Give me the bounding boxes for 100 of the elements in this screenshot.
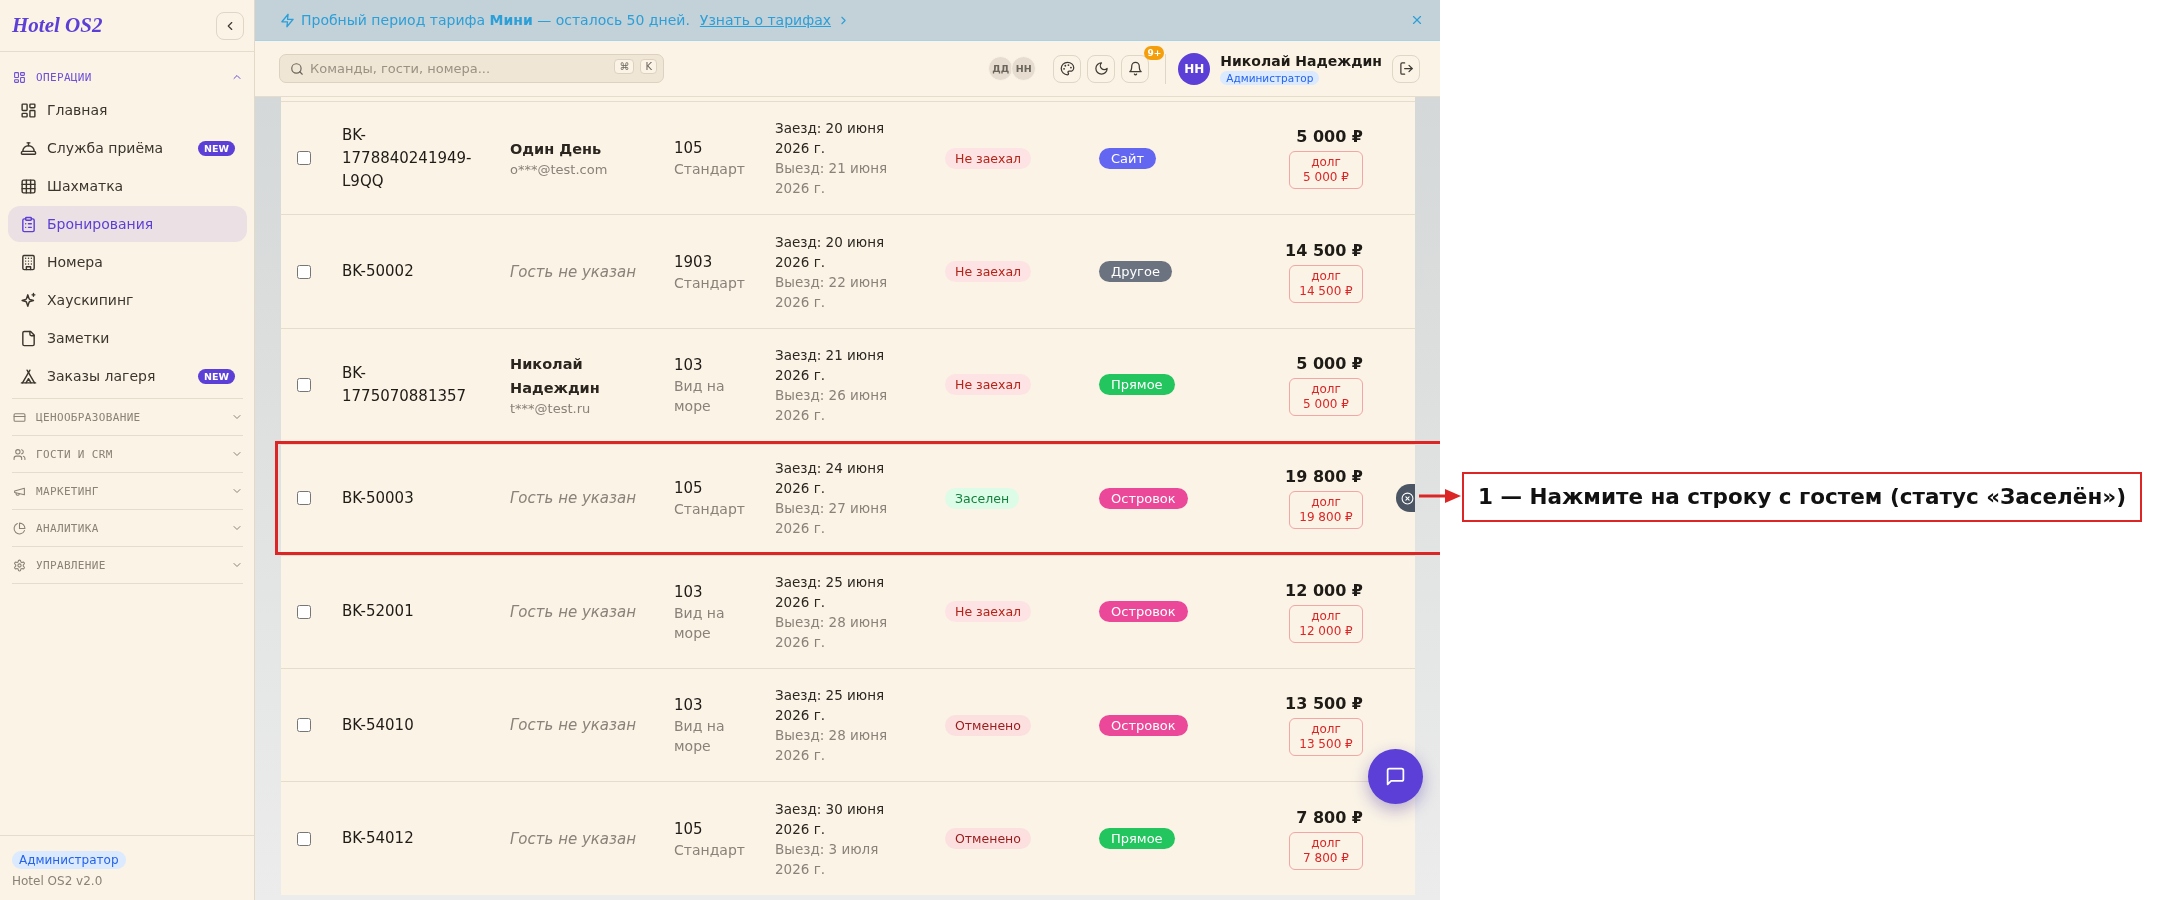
debt-amount: 7 800 ₽: [1303, 850, 1349, 866]
source-badge: Островок: [1099, 487, 1188, 509]
check-out-date: Выезд: 27 июня 2026 г.: [775, 499, 889, 539]
booking-id: BK-50003: [342, 488, 414, 507]
user-avatar: НН: [1178, 52, 1211, 85]
booking-id: BK-54012: [342, 829, 414, 848]
lightning-icon: [280, 12, 295, 28]
nav-item[interactable]: Заказы лагеря NEW: [8, 358, 247, 394]
nav-item[interactable]: Бронирования: [8, 206, 247, 242]
instruction-callout: 1 — Нажмите на строку с гостем (статус «Заселён»): [1462, 472, 2143, 522]
total-amount: 7 800 ₽: [1296, 807, 1363, 827]
guest-name: Гость не указан: [510, 829, 638, 848]
chat-icon: [1385, 766, 1406, 787]
nav-item[interactable]: Хаускипинг: [8, 282, 247, 318]
row-checkbox[interactable]: [297, 377, 311, 392]
room-number: 103: [674, 695, 704, 717]
room-type: Вид на море: [674, 603, 726, 643]
service-bell-icon: [20, 139, 37, 157]
grid-icon: [20, 177, 37, 195]
nav-section-header[interactable]: ОПЕРАЦИИ: [12, 59, 243, 95]
new-badge: NEW: [198, 140, 235, 156]
nav-item[interactable]: Главная: [8, 92, 247, 128]
search-icon: [290, 61, 304, 76]
nav-section-header[interactable]: ГОСТИ И CRM: [12, 436, 243, 472]
check-in-date: Заезд: 20 июня 2026 г.: [775, 119, 886, 159]
debt-amount: 5 000 ₽: [1303, 396, 1349, 412]
nav-item[interactable]: Заметки: [8, 320, 247, 356]
dashboard-icon: [20, 101, 37, 119]
app-logo: Hotel OS2: [12, 13, 103, 38]
total-amount: 12 000 ₽: [1285, 580, 1363, 600]
status-badge: Не заехал: [945, 374, 1032, 396]
booking-id: BK-1775070881357: [342, 363, 467, 405]
notifications-button[interactable]: [1121, 54, 1150, 83]
check-in-date: Заезд: 30 июня 2026 г.: [775, 799, 886, 839]
room-number: 105: [674, 138, 704, 160]
total-amount: 14 500 ₽: [1285, 240, 1363, 260]
nav-section-header[interactable]: МАРКЕТИНГ: [12, 473, 243, 509]
row-checkbox[interactable]: [297, 264, 311, 279]
guest-name: Гость не указан: [510, 716, 638, 735]
sparkles-icon: [20, 291, 37, 309]
shortcut-key: ⌘: [614, 59, 635, 74]
status-badge: Не заехал: [945, 147, 1032, 169]
row-checkbox[interactable]: [297, 604, 311, 619]
nav-section-header[interactable]: УПРАВЛЕНИЕ: [12, 547, 243, 583]
row-checkbox[interactable]: [297, 491, 311, 506]
pie-chart-icon: [13, 521, 26, 535]
total-amount: 19 800 ₽: [1285, 467, 1363, 487]
guest-name: Гость не указан: [510, 262, 638, 281]
nav-item[interactable]: Служба приёма NEW: [8, 130, 247, 166]
app-version: Hotel OS2 v2.0: [12, 874, 103, 888]
status-badge: Отменено: [945, 714, 1031, 736]
check-out-date: Выезд: 28 июня 2026 г.: [775, 726, 889, 766]
pointer-arrow: [1419, 488, 1461, 504]
row-checkbox[interactable]: [297, 831, 311, 846]
room-type: Вид на море: [674, 717, 726, 757]
row-action-button[interactable]: [1396, 484, 1415, 513]
nav-section-header[interactable]: АНАЛИТИКА: [12, 510, 243, 546]
bell-icon: [1127, 61, 1143, 76]
user-avatar: ДД: [988, 56, 1014, 81]
row-checkbox[interactable]: [297, 151, 311, 166]
room-type: Стандарт: [674, 160, 746, 180]
shortcut-key: K: [640, 59, 657, 74]
debt-label: долг: [1311, 268, 1341, 284]
source-badge: Сайт: [1099, 147, 1157, 169]
debt-amount: 19 800 ₽: [1299, 510, 1353, 526]
source-badge: Другое: [1099, 261, 1172, 283]
debt-label: долг: [1311, 835, 1341, 851]
debt-label: долг: [1311, 155, 1341, 171]
dark-mode-button[interactable]: [1087, 54, 1116, 83]
palette-button[interactable]: [1053, 54, 1082, 83]
dashboard-icon: [13, 70, 26, 84]
credit-card-icon: [13, 410, 26, 424]
room-type: Стандарт: [674, 840, 746, 860]
status-badge: Отменено: [945, 828, 1031, 850]
debt-amount: 14 500 ₽: [1299, 283, 1353, 299]
nav-item[interactable]: Номера: [8, 244, 247, 280]
source-badge: Островок: [1099, 714, 1188, 736]
row-checkbox[interactable]: [297, 718, 311, 733]
users-icon: [13, 447, 26, 461]
room-type: Стандарт: [674, 500, 746, 520]
total-amount: 13 500 ₽: [1285, 694, 1363, 714]
total-amount: 5 000 ₽: [1296, 127, 1363, 147]
debt-amount: 12 000 ₽: [1299, 623, 1353, 639]
source-badge: Прямое: [1099, 828, 1175, 850]
room-number: 103: [674, 581, 704, 603]
moon-icon: [1093, 61, 1109, 76]
check-out-date: Выезд: 21 июня 2026 г.: [775, 159, 889, 199]
nav-item[interactable]: Шахматка: [8, 168, 247, 204]
check-in-date: Заезд: 24 июня 2026 г.: [775, 459, 886, 499]
nav-section-header[interactable]: ЦЕНООБРАЗОВАНИЕ: [12, 399, 243, 435]
booking-id: BK-50002: [342, 262, 414, 281]
debt-label: долг: [1311, 608, 1341, 624]
check-out-date: Выезд: 26 июня 2026 г.: [775, 385, 889, 425]
debt-amount: 5 000 ₽: [1303, 170, 1349, 186]
room-number: 1903: [674, 251, 714, 273]
new-badge: NEW: [198, 368, 235, 384]
clipboard-icon: [20, 215, 37, 233]
logout-button[interactable]: [1392, 54, 1420, 83]
room-number: 105: [674, 818, 704, 840]
user-name: Николай Надеждин: [1220, 52, 1382, 69]
